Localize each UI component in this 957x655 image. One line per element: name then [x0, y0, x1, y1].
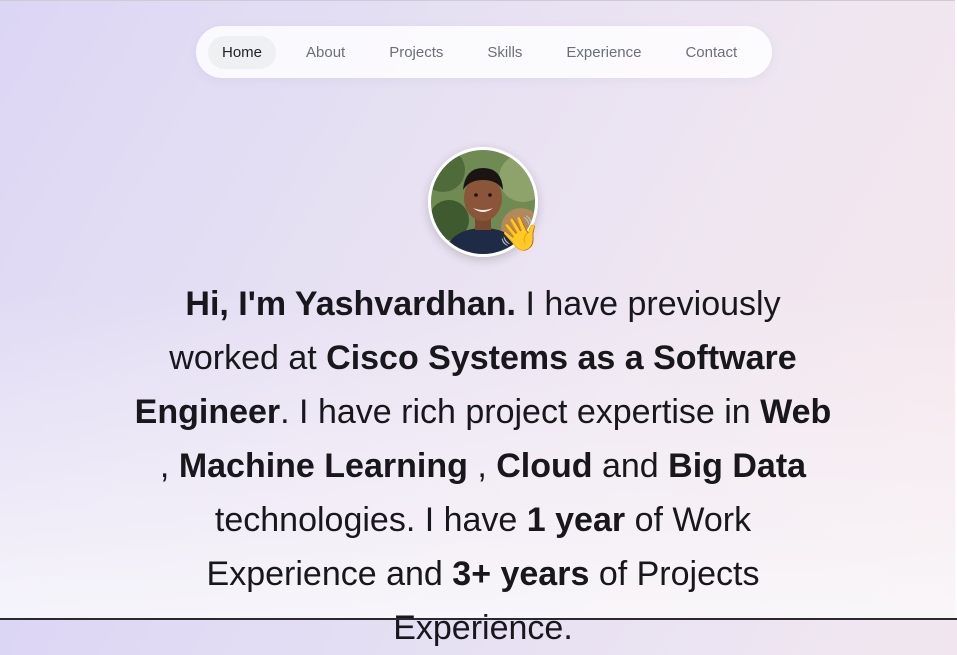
nav-projects[interactable]: Projects: [375, 36, 457, 69]
nav-experience[interactable]: Experience: [552, 36, 655, 69]
intro-skill-ml: Machine Learning: [178, 447, 468, 485]
avatar-container: 👋: [428, 147, 541, 257]
nav-skills[interactable]: Skills: [473, 36, 536, 69]
nav-about[interactable]: About: [292, 36, 359, 69]
intro-separator-1: ,: [159, 447, 179, 485]
intro-text-2: . I have rich project expertise in: [280, 393, 761, 431]
intro-greeting: Hi, I'm Yashvardhan.: [185, 285, 516, 323]
intro-skill-web: Web: [760, 393, 832, 431]
wave-hand-icon: 👋: [498, 214, 541, 254]
intro-text-3: and: [592, 447, 669, 485]
nav-contact[interactable]: Contact: [671, 36, 751, 69]
navigation-bar: Home About Projects Skills Experience Co…: [196, 26, 772, 78]
nav-home[interactable]: Home: [208, 35, 277, 69]
intro-separator-2: ,: [467, 447, 497, 485]
intro-project-experience: 3+ years: [452, 555, 590, 593]
intro-skill-cloud: Cloud: [496, 447, 593, 485]
window-top-border: [0, 0, 957, 1]
intro-paragraph: Hi, I'm Yashvardhan. I have previously w…: [128, 277, 838, 655]
intro-work-experience: 1 year: [526, 501, 626, 539]
intro-text-4: technologies. I have: [214, 501, 527, 539]
intro-skill-bigdata: Big Data: [668, 447, 807, 485]
